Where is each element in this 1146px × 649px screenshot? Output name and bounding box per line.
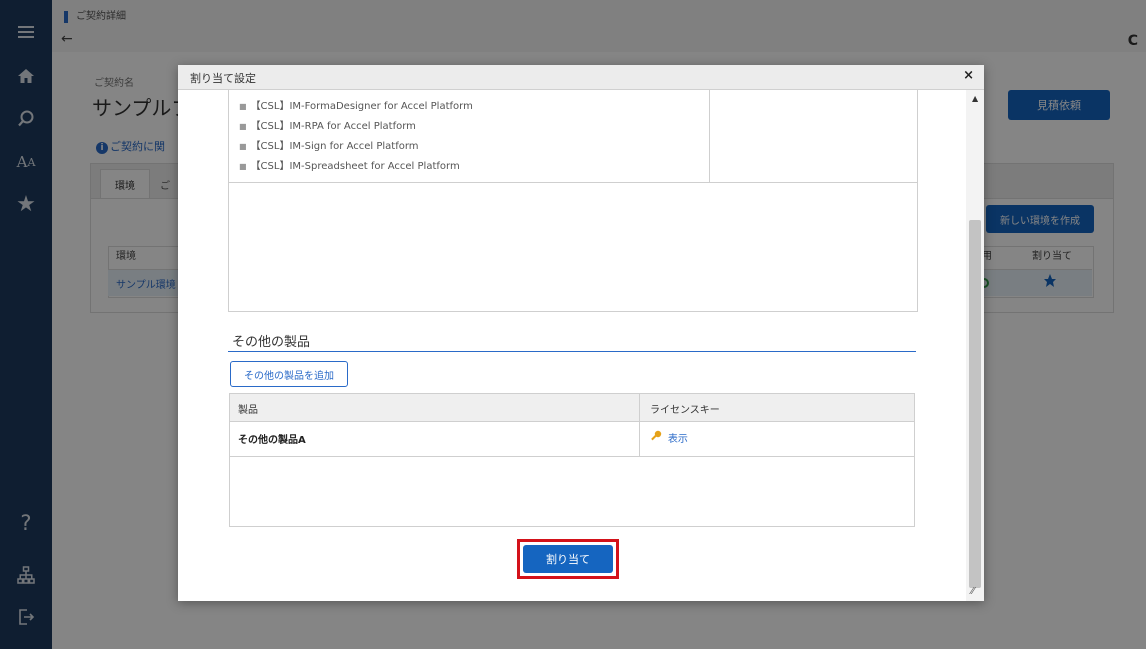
bullet-icon: ■ <box>239 162 247 171</box>
scrollbar-thumb[interactable] <box>969 220 981 588</box>
row-divider <box>229 182 917 183</box>
key-icon <box>650 430 666 445</box>
assign-button[interactable]: 割り当て <box>523 545 613 573</box>
list-item: ■ 【CSL】IM-Sign for Accel Platform <box>239 137 473 157</box>
product-cell: その他の製品A <box>238 435 306 446</box>
dialog-header: 割り当て設定 × <box>178 65 984 90</box>
product-name: 【CSL】IM-RPA for Accel Platform <box>250 121 416 132</box>
product-name: 【CSL】IM-Spreadsheet for Accel Platform <box>250 161 460 172</box>
column-header-product: 製品 <box>238 405 258 416</box>
product-name: 【CSL】IM-Sign for Accel Platform <box>250 141 419 152</box>
bullet-icon: ■ <box>239 122 247 131</box>
section-divider <box>228 351 916 352</box>
scrollbar[interactable]: ▲ ⁄⁄ <box>966 90 984 601</box>
dialog-title: 割り当て設定 <box>190 72 256 85</box>
product-name: 【CSL】IM-FormaDesigner for Accel Platform <box>250 101 473 112</box>
products-table: ■ 【CSL】IM-FormaDesigner for Accel Platfor… <box>228 90 918 312</box>
column-header-license-key: ライセンスキー <box>650 405 720 416</box>
scroll-up-icon[interactable]: ▲ <box>972 94 978 103</box>
list-item: ■ 【CSL】IM-RPA for Accel Platform <box>239 117 473 137</box>
assign-settings-dialog: 割り当て設定 × ■ 【CSL】IM-FormaDesigner for Acce… <box>178 65 984 601</box>
product-list: ■ 【CSL】IM-FormaDesigner for Accel Platfor… <box>239 97 473 177</box>
row-divider <box>230 456 914 457</box>
close-icon[interactable]: × <box>963 68 974 83</box>
table-header-row <box>230 394 914 422</box>
dialog-body: ■ 【CSL】IM-FormaDesigner for Accel Platfor… <box>178 90 966 601</box>
bullet-icon: ■ <box>239 102 247 111</box>
other-products-table: 製品 ライセンスキー その他の製品A 表示 <box>229 393 915 527</box>
show-license-key-link[interactable]: 表示 <box>650 430 688 445</box>
add-other-product-button[interactable]: その他の製品を追加 <box>230 361 348 387</box>
resize-grip-icon[interactable]: ⁄⁄ <box>971 586 974 597</box>
list-item: ■ 【CSL】IM-Spreadsheet for Accel Platform <box>239 157 473 177</box>
list-item: ■ 【CSL】IM-FormaDesigner for Accel Platfor… <box>239 97 473 117</box>
column-divider <box>639 394 640 456</box>
show-link-label: 表示 <box>667 434 688 445</box>
other-products-title: その他の製品 <box>232 335 311 350</box>
column-divider <box>709 90 710 182</box>
bullet-icon: ■ <box>239 142 247 151</box>
